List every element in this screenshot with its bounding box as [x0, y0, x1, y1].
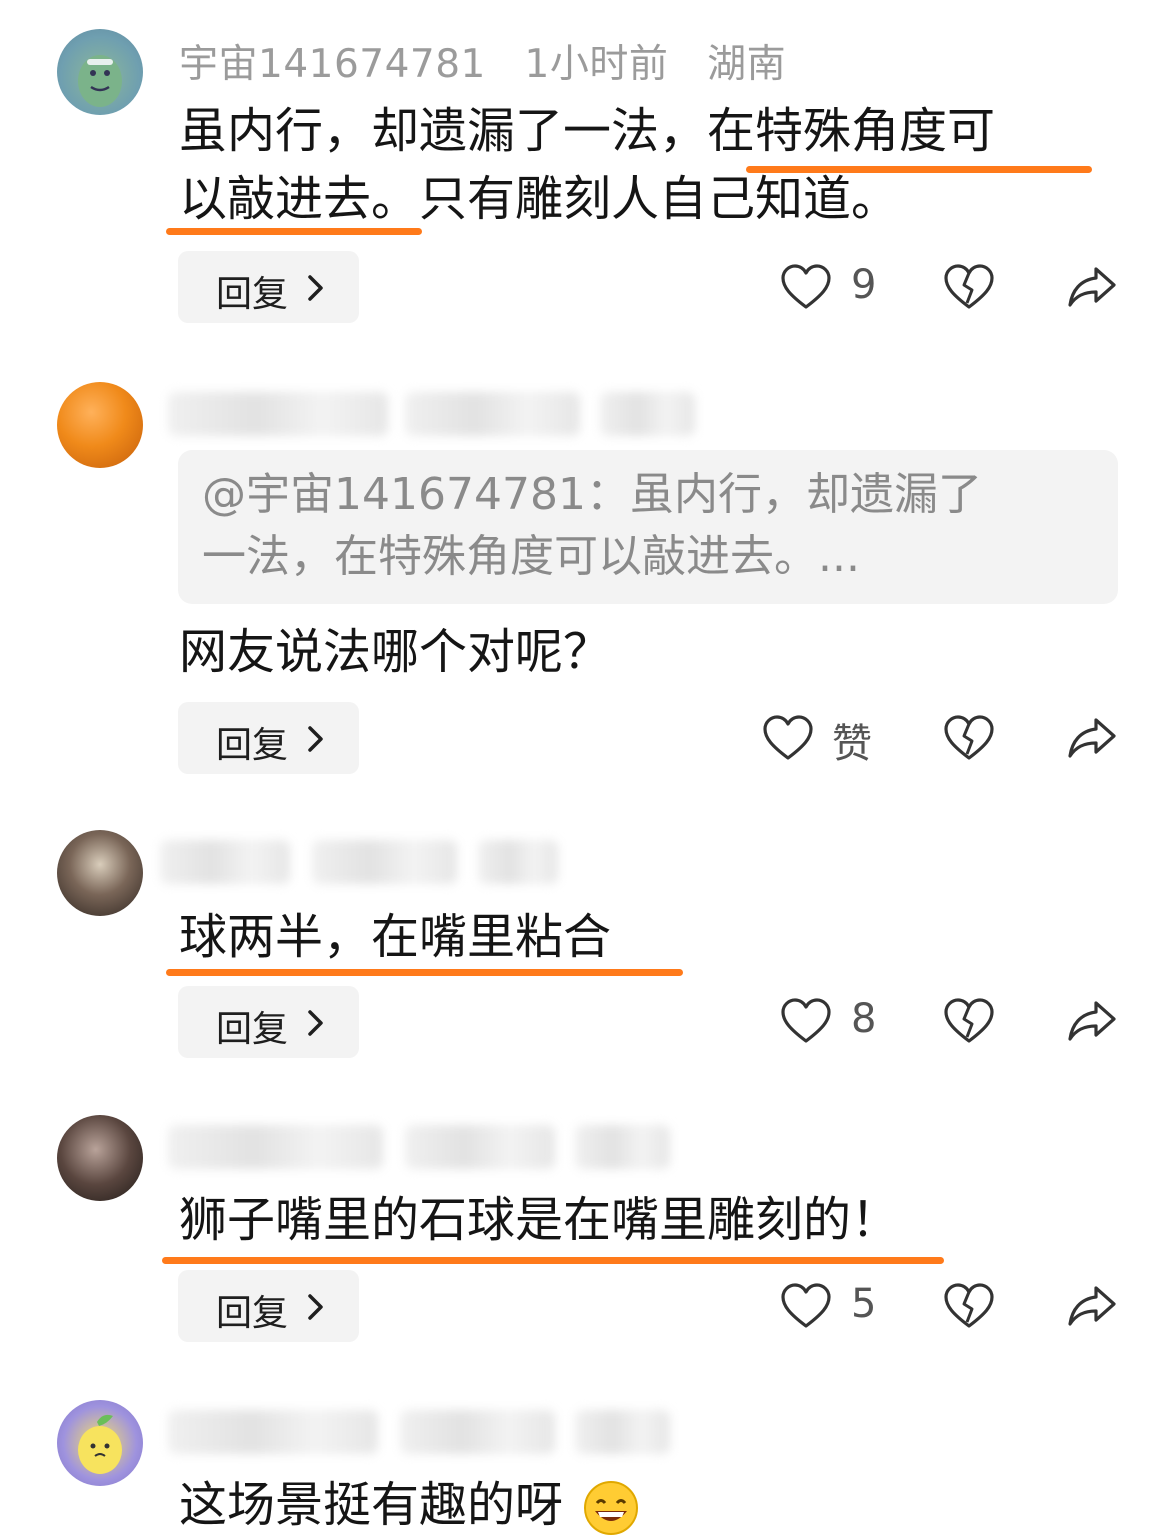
comment-text-line-1: 虽内行，却遗漏了一法，在特殊角度可	[179, 103, 996, 159]
broken-heart-icon	[944, 715, 994, 760]
blurred-timestamp	[312, 840, 457, 884]
comment-meta: 宇宙141674781 1小时前 湖南	[179, 33, 786, 89]
grinning-face-icon	[584, 1481, 639, 1535]
reply-label: 回复	[216, 1009, 289, 1050]
comment-text-line-1: 这场景挺有趣的呀	[179, 1470, 640, 1540]
heart-outline-icon	[763, 715, 813, 760]
share-arrow-icon	[1068, 267, 1116, 307]
broken-heart-icon	[944, 264, 994, 309]
reply-label: 回复	[216, 725, 289, 766]
blurred-region	[575, 1125, 670, 1169]
avatar[interactable]	[57, 1400, 143, 1486]
reply-button[interactable]: 回复	[178, 702, 359, 774]
like-button[interactable]	[762, 714, 814, 766]
like-count: 赞	[832, 721, 872, 767]
reply-label: 回复	[216, 1293, 289, 1334]
blurred-username	[168, 1410, 378, 1454]
comment-text-line-1: 球两半，在嘴里粘合	[179, 909, 612, 965]
avatar[interactable]	[57, 830, 143, 916]
like-count: 5	[851, 1281, 877, 1327]
heart-outline-icon	[781, 998, 831, 1043]
blurred-timestamp	[400, 1410, 555, 1454]
reply-button[interactable]: 回复	[178, 1270, 359, 1342]
share-arrow-icon	[1068, 1286, 1116, 1326]
chevron-right-icon	[308, 275, 323, 301]
broken-heart-icon	[944, 1283, 994, 1328]
comment-text-line-1: 网友说法哪个对呢？	[179, 624, 612, 680]
quoted-comment[interactable]: @宇宙141674781：虽内行，却遗漏了 一法，在特殊角度可以敲进去。...	[178, 450, 1118, 604]
share-button[interactable]	[1066, 997, 1118, 1049]
highlight-underline	[166, 228, 422, 235]
quote-line-1: @宇宙141674781：虽内行，却遗漏了	[202, 469, 982, 520]
like-count: 9	[851, 262, 877, 308]
timestamp: 1小时前	[524, 42, 669, 87]
broken-heart-icon	[944, 998, 994, 1043]
share-button[interactable]	[1066, 1282, 1118, 1334]
comment-text-line-2: 以敲进去。只有雕刻人自己知道。	[179, 171, 900, 227]
avatar[interactable]	[57, 382, 143, 468]
avatar[interactable]	[57, 29, 143, 115]
blurred-username	[160, 840, 290, 884]
share-button[interactable]	[1066, 714, 1118, 766]
quote-line-2: 一法，在特殊角度可以敲进去。...	[202, 531, 860, 582]
dislike-button[interactable]	[943, 1282, 995, 1334]
avatar-image	[78, 55, 122, 107]
blurred-timestamp	[405, 392, 580, 436]
dislike-button[interactable]	[943, 997, 995, 1049]
like-button[interactable]	[780, 263, 832, 315]
comment-text-line-1: 狮子嘴里的石球是在嘴里雕刻的！	[179, 1192, 900, 1248]
share-button[interactable]	[1066, 263, 1118, 315]
username[interactable]: 宇宙141674781	[179, 42, 486, 87]
share-arrow-icon	[1068, 718, 1116, 758]
heart-outline-icon	[781, 264, 831, 309]
region: 湖南	[707, 42, 787, 87]
reply-button[interactable]: 回复	[178, 251, 359, 323]
blurred-username	[168, 1125, 383, 1169]
blurred-username	[168, 392, 388, 436]
like-count: 8	[851, 996, 877, 1042]
blurred-region	[575, 1410, 670, 1454]
reply-button[interactable]: 回复	[178, 986, 359, 1058]
like-button[interactable]	[780, 997, 832, 1049]
share-arrow-icon	[1068, 1001, 1116, 1041]
blurred-region	[600, 392, 695, 436]
blurred-timestamp	[405, 1125, 555, 1169]
highlight-underline	[162, 1257, 944, 1264]
heart-outline-icon	[781, 1283, 831, 1328]
avatar[interactable]	[57, 1115, 143, 1201]
highlight-underline	[746, 166, 1092, 173]
chevron-right-icon	[308, 1294, 323, 1320]
chevron-right-icon	[308, 726, 323, 752]
reply-label: 回复	[216, 274, 289, 315]
dislike-button[interactable]	[943, 714, 995, 766]
dislike-button[interactable]	[943, 263, 995, 315]
comment-text: 这场景挺有趣的呀	[179, 1477, 564, 1533]
like-button[interactable]	[780, 1282, 832, 1334]
highlight-underline	[166, 969, 683, 976]
avatar-image	[78, 1414, 122, 1474]
blurred-region	[478, 840, 558, 884]
chevron-right-icon	[308, 1010, 323, 1036]
